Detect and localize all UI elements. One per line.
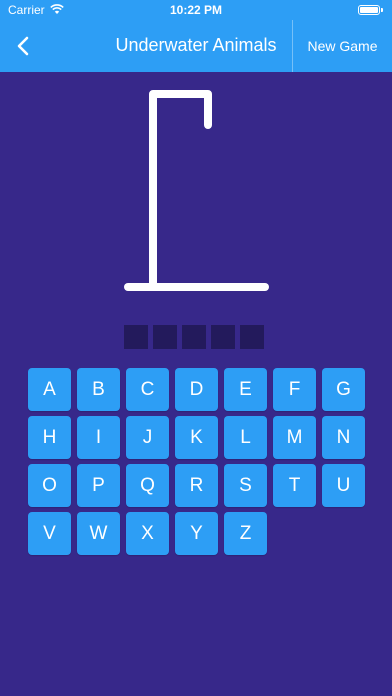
key-c[interactable]: C xyxy=(126,368,169,411)
key-q[interactable]: Q xyxy=(126,464,169,507)
key-y[interactable]: Y xyxy=(175,512,218,555)
key-h[interactable]: H xyxy=(28,416,71,459)
key-v[interactable]: V xyxy=(28,512,71,555)
key-n[interactable]: N xyxy=(322,416,365,459)
key-g[interactable]: G xyxy=(322,368,365,411)
key-p[interactable]: P xyxy=(77,464,120,507)
gallows-post xyxy=(149,90,212,291)
key-u[interactable]: U xyxy=(322,464,365,507)
letter-keyboard: A B C D E F G H I J K L M N O P Q R S T … xyxy=(28,368,365,555)
key-e[interactable]: E xyxy=(224,368,267,411)
key-j[interactable]: J xyxy=(126,416,169,459)
key-b[interactable]: B xyxy=(77,368,120,411)
key-k[interactable]: K xyxy=(175,416,218,459)
letter-slot xyxy=(153,325,177,349)
key-o[interactable]: O xyxy=(28,464,71,507)
letter-slot xyxy=(182,325,206,349)
letter-slot xyxy=(211,325,235,349)
key-s[interactable]: S xyxy=(224,464,267,507)
key-t[interactable]: T xyxy=(273,464,316,507)
key-a[interactable]: A xyxy=(28,368,71,411)
key-i[interactable]: I xyxy=(77,416,120,459)
key-z[interactable]: Z xyxy=(224,512,267,555)
key-f[interactable]: F xyxy=(273,368,316,411)
letter-slot xyxy=(240,325,264,349)
key-x[interactable]: X xyxy=(126,512,169,555)
key-w[interactable]: W xyxy=(77,512,120,555)
key-m[interactable]: M xyxy=(273,416,316,459)
key-r[interactable]: R xyxy=(175,464,218,507)
key-d[interactable]: D xyxy=(175,368,218,411)
letter-slot xyxy=(124,325,148,349)
word-slots xyxy=(124,325,264,349)
key-l[interactable]: L xyxy=(224,416,267,459)
